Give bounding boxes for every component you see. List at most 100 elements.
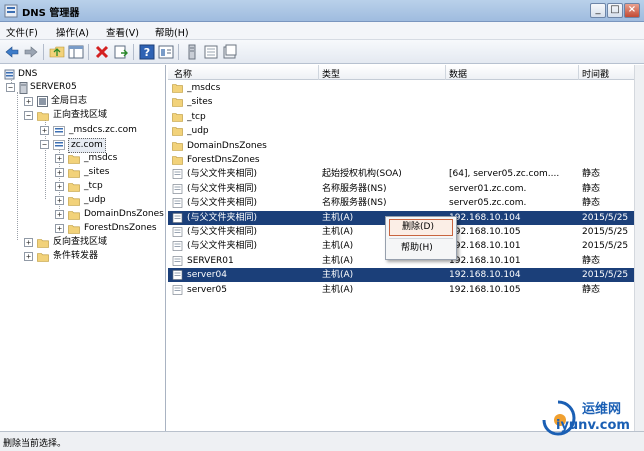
properties-icon[interactable] bbox=[158, 44, 174, 60]
table-row[interactable]: (与父文件夹相同) 名称服务器(NS) server05.zc.com. 静态 bbox=[168, 196, 634, 210]
menu-help[interactable]: 帮助(H) bbox=[155, 25, 189, 39]
expand-toggle[interactable]: + bbox=[24, 97, 33, 106]
zone-icon bbox=[53, 126, 65, 136]
collapse-toggle[interactable]: − bbox=[40, 140, 49, 149]
folder-icon bbox=[37, 239, 49, 248]
table-row[interactable]: DomainDnsZones bbox=[168, 139, 634, 153]
cell-name: (与父文件夹相同) bbox=[187, 212, 258, 223]
context-help[interactable]: 帮助(H) bbox=[389, 241, 453, 258]
record-icon bbox=[172, 255, 183, 266]
tree-label-forward-zones: 正向查找区域 bbox=[53, 110, 108, 120]
cell-name: _sites bbox=[187, 97, 213, 108]
tree-label-sites: _sites bbox=[84, 167, 110, 177]
table-row[interactable]: _tcp bbox=[168, 110, 634, 124]
table-row[interactable]: ForestDnsZones bbox=[168, 153, 634, 167]
expand-toggle[interactable]: + bbox=[55, 210, 64, 219]
folder-icon bbox=[68, 183, 80, 192]
cell-data: server05.zc.com. bbox=[449, 198, 527, 209]
up-folder-icon[interactable] bbox=[49, 44, 65, 60]
server-icon[interactable] bbox=[184, 44, 200, 60]
table-row[interactable]: (与父文件夹相同) 起始授权机构(SOA) [64], server05.zc.co… bbox=[168, 167, 634, 181]
column-timestamp[interactable]: 时间戳 bbox=[582, 67, 609, 80]
watermark-text-url: iyunv.com bbox=[556, 418, 630, 433]
context-delete[interactable]: 删除(D) bbox=[389, 219, 453, 236]
minimize-button[interactable]: _ bbox=[590, 3, 606, 18]
forward-arrow-icon[interactable] bbox=[23, 44, 39, 60]
tree-label-global-logs: 全局日志 bbox=[51, 96, 88, 106]
watermark: 运维网 iyunv.com bbox=[538, 396, 642, 442]
record-icon bbox=[172, 270, 183, 280]
expand-toggle[interactable]: + bbox=[55, 224, 64, 233]
expand-toggle[interactable]: + bbox=[55, 168, 64, 177]
expand-toggle[interactable]: + bbox=[55, 196, 64, 205]
table-row[interactable]: _udp bbox=[168, 124, 634, 138]
column-type[interactable]: 类型 bbox=[322, 67, 340, 80]
table-row[interactable]: _msdcs bbox=[168, 81, 634, 95]
menu-action[interactable]: 操作(A) bbox=[56, 25, 89, 39]
menu-view[interactable]: 查看(V) bbox=[106, 25, 139, 39]
folder-icon bbox=[172, 98, 183, 108]
cell-type: 起始授权机构(SOA) bbox=[322, 169, 402, 180]
tree-label-udp: _udp bbox=[84, 195, 106, 205]
title-bar: DNS 管理器 _ □ × bbox=[0, 0, 644, 22]
status-text: 删除当前选择。 bbox=[3, 439, 67, 449]
dns-app-icon bbox=[4, 4, 18, 18]
cell-timestamp: 2015/5/25 bbox=[582, 227, 629, 237]
show-tree-icon[interactable] bbox=[68, 44, 84, 60]
export-list-icon[interactable] bbox=[113, 44, 129, 60]
tree-label-dns: DNS bbox=[18, 69, 38, 79]
record-icon bbox=[172, 284, 183, 295]
watermark-text-cn: 运维网 bbox=[582, 402, 622, 417]
expand-toggle[interactable]: + bbox=[55, 182, 64, 191]
folder-icon bbox=[172, 141, 183, 151]
collapse-toggle[interactable]: − bbox=[6, 83, 15, 92]
event-log-icon bbox=[37, 96, 48, 107]
collapse-toggle[interactable]: − bbox=[24, 111, 33, 120]
folder-icon bbox=[68, 155, 80, 164]
folder-icon bbox=[68, 197, 80, 206]
column-data[interactable]: 数据 bbox=[449, 67, 467, 80]
cell-timestamp: 2015/5/25 bbox=[582, 212, 629, 223]
expand-toggle[interactable]: + bbox=[40, 126, 49, 135]
tree-label-domaindnszones: DomainDnsZones bbox=[84, 209, 164, 219]
maximize-button[interactable]: □ bbox=[607, 3, 623, 18]
cell-data: 192.168.10.104 bbox=[449, 212, 521, 223]
vertical-scrollbar[interactable] bbox=[634, 65, 644, 431]
new-record-icon[interactable] bbox=[203, 44, 219, 60]
cell-name: SERVER01 bbox=[187, 255, 234, 266]
folder-icon bbox=[68, 169, 80, 178]
zone-icon bbox=[53, 140, 65, 150]
tree-label-tcp: _tcp bbox=[84, 181, 103, 191]
expand-toggle[interactable]: + bbox=[24, 252, 33, 261]
new-zone-icon[interactable] bbox=[222, 44, 238, 60]
table-row[interactable]: _sites bbox=[168, 95, 634, 109]
cell-name: (与父文件夹相同) bbox=[187, 169, 258, 180]
tree-label-reverse-zones: 反向查找区域 bbox=[53, 237, 108, 247]
window-title: DNS 管理器 bbox=[22, 8, 80, 19]
cell-type: 名称服务器(NS) bbox=[322, 198, 387, 209]
context-menu: 删除(D) 帮助(H) bbox=[385, 216, 457, 260]
svg-text:?: ? bbox=[144, 46, 150, 59]
record-icon bbox=[172, 241, 183, 252]
cell-data: 192.168.10.101 bbox=[449, 255, 521, 266]
help-icon[interactable]: ? bbox=[139, 44, 155, 60]
cell-data: 192.168.10.101 bbox=[449, 241, 521, 252]
dns-root-icon bbox=[4, 69, 15, 80]
list-header: 名称 类型 数据 时间戳 bbox=[168, 65, 634, 80]
cell-data: 192.168.10.105 bbox=[449, 227, 521, 237]
column-name[interactable]: 名称 bbox=[174, 67, 192, 80]
close-button[interactable]: × bbox=[624, 3, 640, 18]
server-icon bbox=[19, 82, 28, 94]
cell-timestamp: 静态 bbox=[582, 198, 601, 209]
expand-toggle[interactable]: + bbox=[24, 238, 33, 247]
table-row[interactable]: server05 主机(A) 192.168.10.105 静态 bbox=[168, 283, 634, 297]
back-arrow-icon[interactable] bbox=[4, 44, 20, 60]
menu-bar: 文件(F) 操作(A) 查看(V) 帮助(H) bbox=[0, 22, 644, 40]
table-row[interactable]: (与父文件夹相同) 名称服务器(NS) server01.zc.com. 静态 bbox=[168, 182, 634, 196]
folder-icon bbox=[37, 253, 49, 262]
record-icon bbox=[172, 198, 183, 208]
expand-toggle[interactable]: + bbox=[55, 154, 64, 163]
delete-icon[interactable] bbox=[94, 44, 110, 60]
table-row[interactable]: server04 主机(A) 192.168.10.104 2015/5/25 bbox=[168, 268, 634, 283]
menu-file[interactable]: 文件(F) bbox=[6, 25, 38, 39]
